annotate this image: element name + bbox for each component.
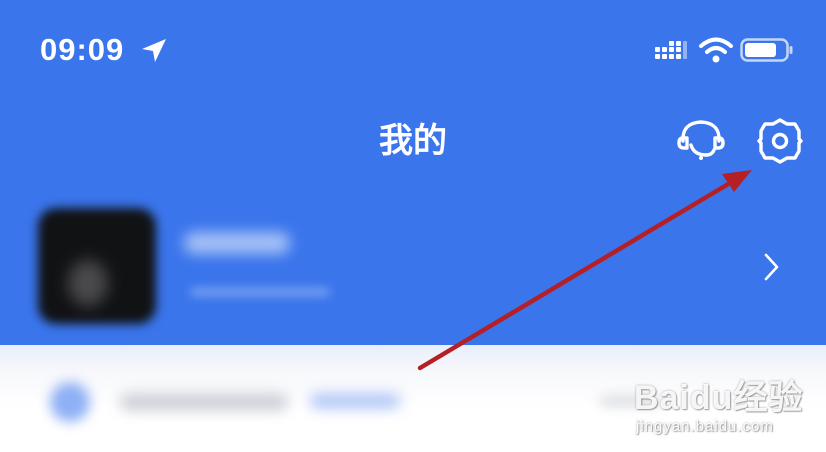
row-text-blurred xyxy=(120,394,288,410)
battery-icon xyxy=(740,38,793,62)
status-time: 09:09 xyxy=(40,32,125,67)
avatar-image xyxy=(68,260,108,306)
wifi-icon xyxy=(699,37,733,63)
cellular-signal-icon xyxy=(655,41,687,59)
page-title: 我的 xyxy=(379,122,447,160)
profile-card[interactable] xyxy=(0,190,826,340)
chevron-right-icon[interactable] xyxy=(762,252,782,282)
row-tag-blurred xyxy=(310,394,400,408)
app-screen: 09:09 我的 Baidu经验 jingyan.baidu.com xyxy=(0,0,826,452)
baidu-watermark: Baidu经验 jingyan.baidu.com xyxy=(634,360,824,450)
username-blurred xyxy=(184,232,290,254)
watermark-url: jingyan.baidu.com xyxy=(636,418,774,435)
location-arrow-icon xyxy=(142,39,166,62)
watermark-main: Baidu经验 xyxy=(634,379,804,417)
avatar[interactable] xyxy=(38,208,156,324)
profile-subtitle-blurred xyxy=(190,288,330,296)
settings-gear-icon[interactable] xyxy=(756,117,804,165)
row-icon-blurred xyxy=(50,382,90,422)
customer-service-icon[interactable] xyxy=(676,117,726,163)
